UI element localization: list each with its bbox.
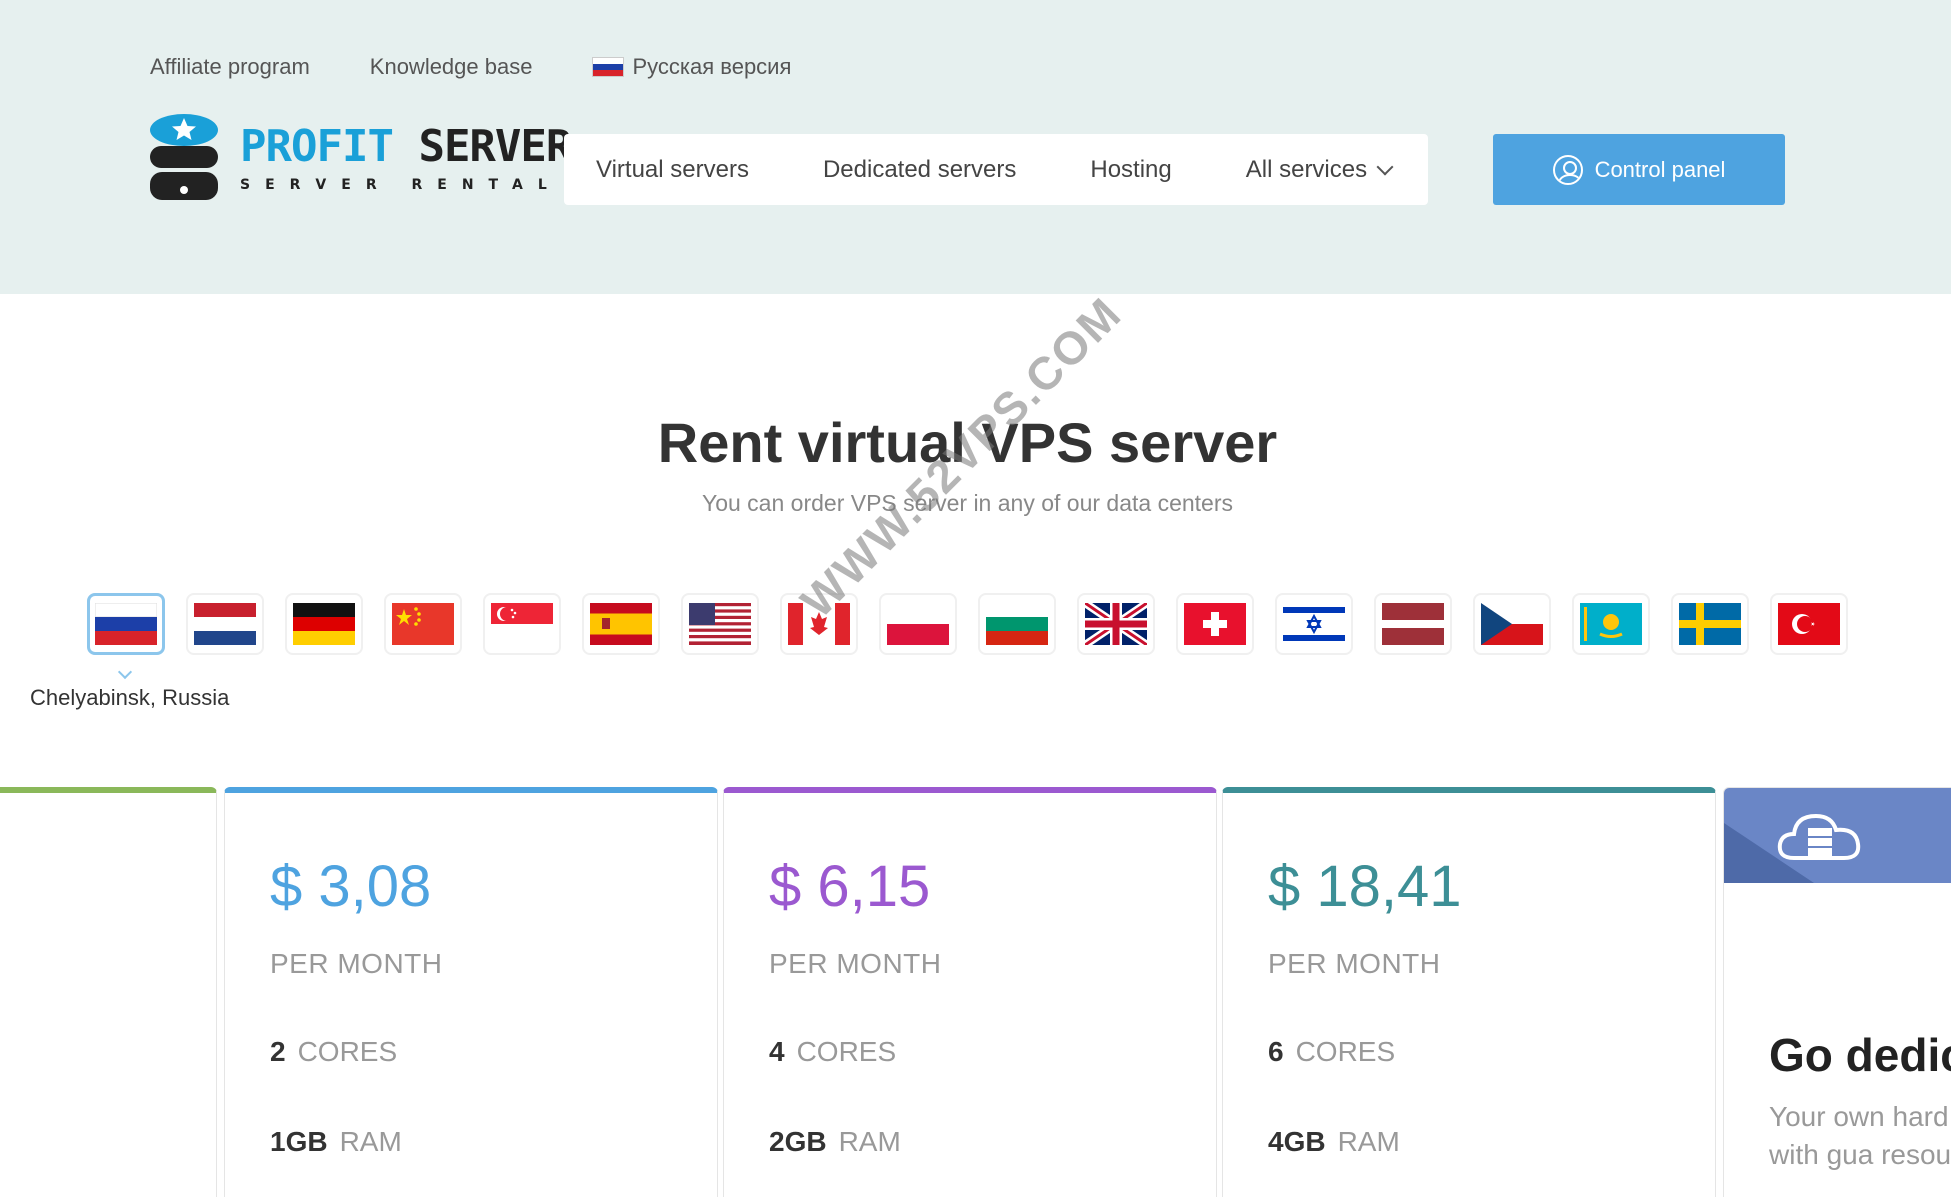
datacenter-turkey[interactable] <box>1770 593 1848 655</box>
logo-text: PROFIT SERVER SERVER RENTAL <box>240 121 572 194</box>
plan-ram: 2GB RAM <box>769 1126 901 1158</box>
datacenter-canada[interactable] <box>780 593 858 655</box>
logo[interactable]: PROFIT SERVER SERVER RENTAL <box>148 112 572 204</box>
datacenter-selector <box>87 593 1848 655</box>
nav-all-services[interactable]: All services <box>1245 155 1394 184</box>
datacenter-uk[interactable] <box>1077 593 1155 655</box>
nav-dedicated-servers[interactable]: Dedicated servers <box>823 156 1016 184</box>
russian-version-link[interactable]: Русская версия <box>592 54 791 80</box>
china-flag-icon <box>392 603 454 645</box>
logo-brand-part1: PROFIT <box>240 121 394 172</box>
nav-hosting[interactable]: Hosting <box>1090 156 1171 184</box>
plan-price: $ 6,15 <box>769 854 931 919</box>
cloud-server-icon <box>1777 813 1861 860</box>
affiliate-program-link[interactable]: Affiliate program <box>150 54 310 80</box>
control-panel-label: Control panel <box>1594 156 1726 182</box>
user-icon <box>1552 154 1583 185</box>
dedicated-promo-title: Go dedic <box>1769 1029 1951 1081</box>
dedicated-promo-text: Your own hard server with gua resources <box>1769 1101 1951 1170</box>
chevron-down-icon <box>1376 158 1394 175</box>
plan-period: PER MONTH <box>270 948 443 979</box>
datacenter-netherlands[interactable] <box>186 593 264 655</box>
kazakhstan-flag-icon <box>1580 603 1642 645</box>
plan-card-1[interactable]: $ 3,08 PER MONTH 2 CORES 1GB RAM <box>224 787 718 1197</box>
latvia-flag-icon <box>1382 603 1444 645</box>
main-nav: Virtual servers Dedicated servers Hostin… <box>564 134 1428 205</box>
dedicated-promo-banner <box>1724 788 1951 883</box>
russian-version-label: Русская версия <box>632 54 792 79</box>
singapore-flag-icon <box>491 603 553 645</box>
plan-cores: 2 CORES <box>270 1036 397 1068</box>
uk-flag-icon <box>1085 603 1147 645</box>
selected-datacenter-label: Chelyabinsk, Russia <box>30 685 230 710</box>
switzerland-flag-icon <box>1184 603 1246 645</box>
plan-ram: 4GB RAM <box>1268 1126 1400 1158</box>
netherlands-flag-icon <box>194 603 256 645</box>
datacenter-usa[interactable] <box>681 593 759 655</box>
plan-ram-unit: RAM <box>1337 1126 1400 1157</box>
plan-period: PER MONTH <box>769 948 942 979</box>
logo-tagline: SERVER RENTAL <box>240 177 562 193</box>
datacenter-china[interactable] <box>384 593 462 655</box>
plan-card-2[interactable]: $ 6,15 PER MONTH 4 CORES 2GB RAM <box>723 787 1217 1197</box>
plan-period: PER MONTH <box>1268 948 1441 979</box>
nav-virtual-servers[interactable]: Virtual servers <box>596 156 749 184</box>
plan-cores-value: 2 <box>270 1036 286 1067</box>
plan-cores-unit: CORES <box>1295 1036 1396 1067</box>
top-links: Affiliate program Knowledge base Русская… <box>150 54 791 80</box>
plan-ram-value: 2GB <box>769 1126 827 1157</box>
nav-all-services-label: All services <box>1245 155 1368 183</box>
knowledge-base-link[interactable]: Knowledge base <box>370 54 533 80</box>
datacenter-singapore[interactable] <box>483 593 561 655</box>
poland-flag-icon <box>887 603 949 645</box>
sweden-flag-icon <box>1679 603 1741 645</box>
plan-price: $ 3,08 <box>270 854 432 919</box>
plan-cores-value: 6 <box>1268 1036 1284 1067</box>
datacenter-sweden[interactable] <box>1671 593 1749 655</box>
plan-cores-unit: CORES <box>796 1036 897 1067</box>
datacenter-russia[interactable] <box>87 593 165 655</box>
plan-card-partial[interactable] <box>0 787 217 1197</box>
plan-price: $ 18,41 <box>1268 854 1462 919</box>
datacenter-germany[interactable] <box>285 593 363 655</box>
plan-cores-value: 4 <box>769 1036 785 1067</box>
plan-ram-unit: RAM <box>838 1126 901 1157</box>
datacenter-latvia[interactable] <box>1374 593 1452 655</box>
spain-flag-icon <box>590 603 652 645</box>
datacenter-bulgaria[interactable] <box>978 593 1056 655</box>
plan-ram: 1GB RAM <box>270 1126 402 1158</box>
server-stack-icon <box>148 112 220 204</box>
plan-ram-value: 1GB <box>270 1126 328 1157</box>
page-title: Rent virtual VPS server <box>657 411 1278 474</box>
czech-flag-icon <box>1481 603 1543 645</box>
plan-cores: 4 CORES <box>769 1036 896 1068</box>
bulgaria-flag-icon <box>986 603 1048 645</box>
germany-flag-icon <box>293 603 355 645</box>
site-header: Affiliate program Knowledge base Русская… <box>0 0 1951 294</box>
plan-ram-value: 4GB <box>1268 1126 1326 1157</box>
dedicated-promo-card[interactable]: Go dedic Your own hard server with gua r… <box>1723 787 1951 1197</box>
datacenter-poland[interactable] <box>879 593 957 655</box>
datacenter-kazakhstan[interactable] <box>1572 593 1650 655</box>
plan-cores: 6 CORES <box>1268 1036 1395 1068</box>
datacenter-spain[interactable] <box>582 593 660 655</box>
turkey-flag-icon <box>1778 603 1840 645</box>
datacenter-switzerland[interactable] <box>1176 593 1254 655</box>
russia-flag-icon <box>592 57 625 77</box>
plan-ram-unit: RAM <box>339 1126 402 1157</box>
datacenter-czech[interactable] <box>1473 593 1551 655</box>
logo-brand-part2: SERVER <box>418 121 572 172</box>
selected-caret-icon <box>117 664 133 680</box>
plan-card-3[interactable]: $ 18,41 PER MONTH 6 CORES 4GB RAM <box>1222 787 1716 1197</box>
plan-cores-unit: CORES <box>297 1036 398 1067</box>
page-subtitle: You can order VPS server in any of our d… <box>701 490 1233 516</box>
canada-flag-icon <box>788 603 850 645</box>
datacenter-israel[interactable] <box>1275 593 1353 655</box>
usa-flag-icon <box>689 603 751 645</box>
control-panel-button[interactable]: Control panel <box>1493 134 1785 205</box>
russia-flag-icon <box>95 603 157 645</box>
israel-flag-icon <box>1283 603 1345 645</box>
